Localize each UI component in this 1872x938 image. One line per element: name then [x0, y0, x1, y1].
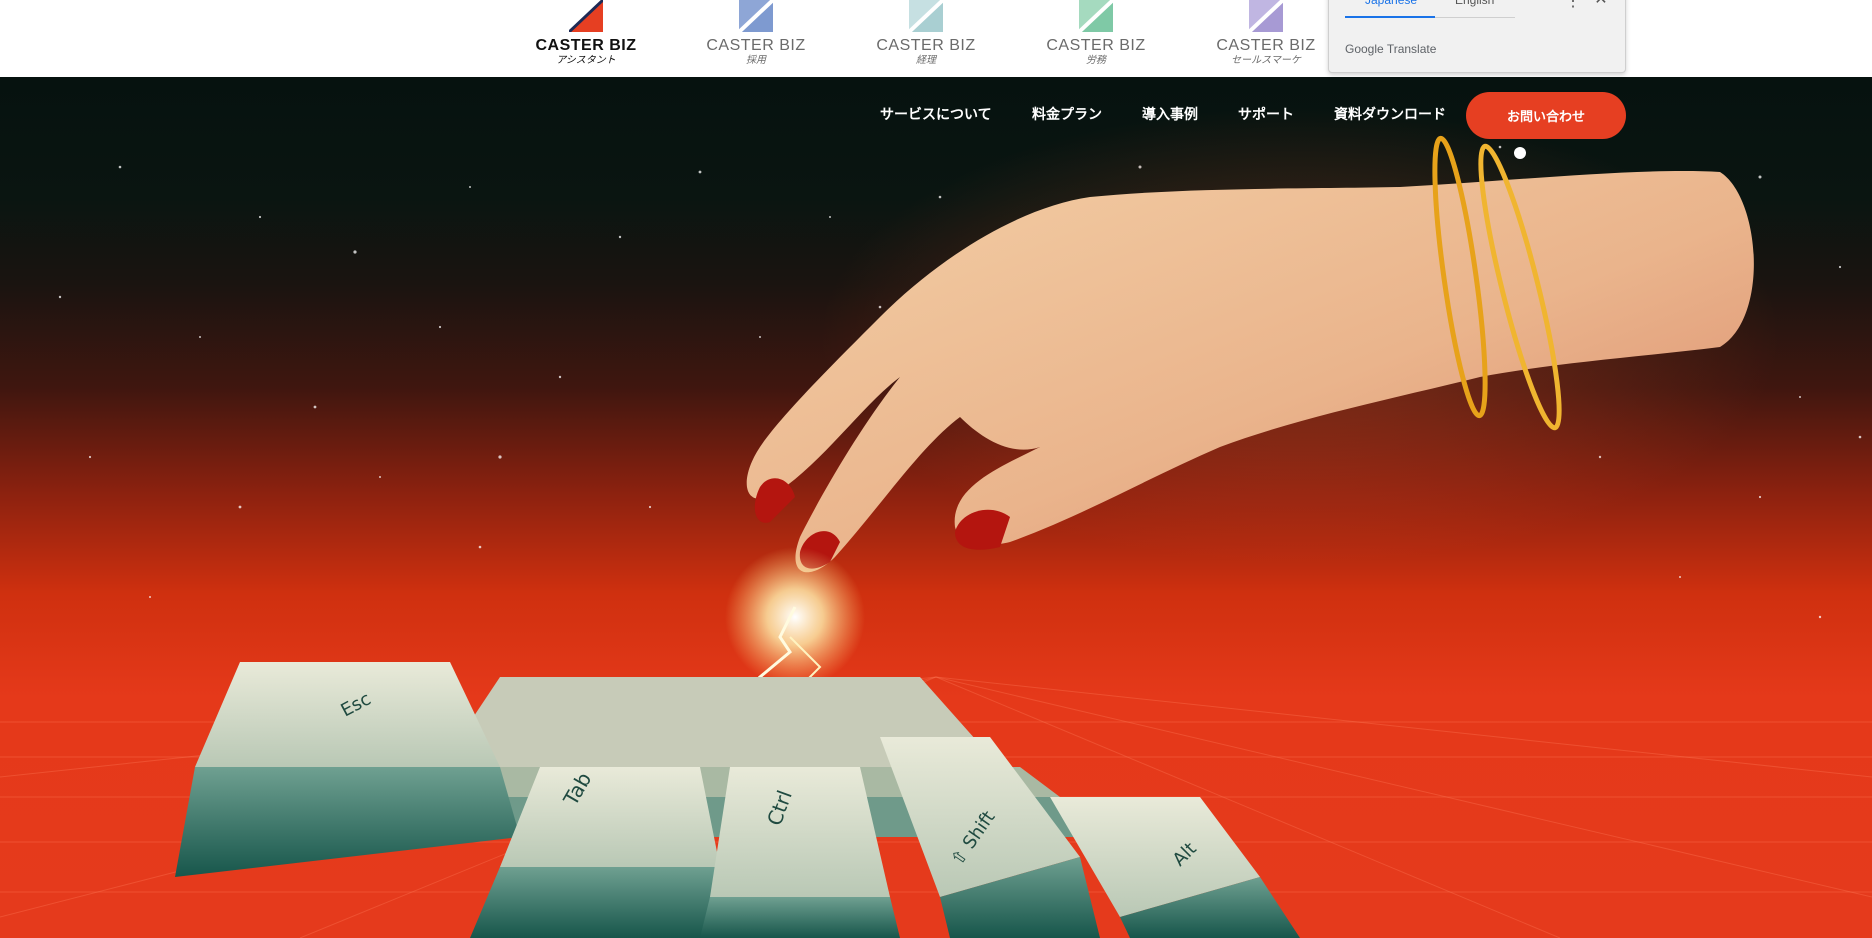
more-options-icon[interactable]: ⋮	[1565, 0, 1581, 13]
google-translate-popup: Japanese English ⋮ ✕ Google Translate	[1328, 0, 1626, 73]
tab-divider	[1435, 17, 1515, 18]
google-wordmark: Google	[1345, 42, 1384, 56]
brand-labor[interactable]: CASTER BIZ 労務	[1041, 0, 1151, 72]
translate-wordmark: Translate	[1386, 42, 1437, 56]
tab-english[interactable]: English	[1455, 0, 1494, 17]
brand-name: CASTER BIZ	[1046, 37, 1146, 54]
brand-sub: セールスマーケ	[1231, 55, 1301, 66]
brand-accounting[interactable]: CASTER BIZ 経理	[871, 0, 981, 72]
google-translate-brand: Google Translate	[1345, 42, 1436, 56]
brand-name: CASTER BIZ	[535, 37, 637, 54]
brand-logo-icon	[569, 0, 603, 32]
brand-logo-icon	[1249, 0, 1283, 32]
active-tab-indicator	[1345, 16, 1435, 18]
nav-case-studies[interactable]: 導入事例	[1142, 104, 1198, 124]
key-shift: ⇧ Shift	[880, 737, 1100, 938]
tab-japanese[interactable]: Japanese	[1365, 0, 1417, 17]
brand-sub: 採用	[746, 55, 766, 66]
key-esc: Esc	[175, 662, 520, 877]
hero-section: Esc Tab Ctrl ⇧ Shift Alt	[0, 77, 1872, 938]
brand-sub: 経理	[916, 55, 936, 66]
hero-illustration: Esc Tab Ctrl ⇧ Shift Alt	[0, 107, 1872, 938]
brand-recruit[interactable]: CASTER BIZ 採用	[701, 0, 811, 72]
brand-logo-icon	[909, 0, 943, 32]
brand-sub: 労務	[1086, 55, 1106, 66]
nav-download[interactable]: 資料ダウンロード	[1334, 104, 1446, 124]
contact-button[interactable]: お問い合わせ	[1466, 92, 1626, 139]
brand-salesmarke[interactable]: CASTER BIZ セールスマーケ	[1211, 0, 1321, 72]
nav-about-service[interactable]: サービスについて	[880, 104, 992, 124]
brand-logo-icon	[1079, 0, 1113, 32]
brand-name: CASTER BIZ	[876, 37, 976, 54]
nav-pricing[interactable]: 料金プラン	[1032, 104, 1102, 124]
nav-support[interactable]: サポート	[1238, 104, 1294, 124]
close-icon[interactable]: ✕	[1591, 0, 1611, 11]
brand-assistant[interactable]: CASTER BIZ アシスタント	[531, 0, 641, 72]
brand-name: CASTER BIZ	[706, 37, 806, 54]
brand-sub: アシスタント	[556, 55, 616, 66]
brand-name: CASTER BIZ	[1216, 37, 1316, 54]
brand-logo-icon	[739, 0, 773, 32]
